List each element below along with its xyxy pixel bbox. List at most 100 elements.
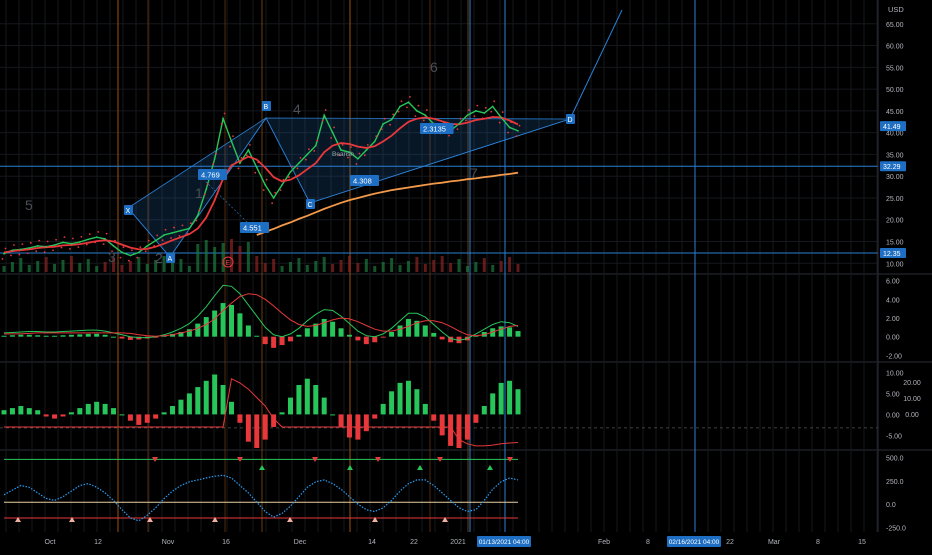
time-tick-label: 15 — [858, 539, 866, 546]
histogram-bar — [490, 393, 496, 415]
volume-bar — [255, 256, 259, 272]
candle-dot — [465, 119, 467, 122]
histogram-bar — [161, 412, 167, 415]
candle-dot — [307, 148, 310, 151]
trading-chart[interactable]: 4.769 4.551 4.308 2.3135 X A B C D E Bearish 1 2 3 4 5 6… — [0, 0, 932, 550]
indicator-tick-label: 6.00 — [886, 279, 900, 286]
histogram-bar — [60, 414, 66, 417]
candle-dot — [458, 123, 460, 125]
indicator-line-macd — [3, 284, 519, 341]
histogram-bar — [9, 408, 15, 415]
volume-bar — [491, 265, 495, 272]
candle-dot — [104, 238, 107, 240]
histogram-bar — [119, 336, 125, 339]
histogram-bar — [389, 391, 395, 415]
time-highlight-label: 01/13/2021 04:00 — [479, 539, 530, 546]
histogram-bar — [405, 380, 411, 415]
histogram-bar — [279, 412, 285, 415]
candle-dot — [245, 154, 248, 157]
volume-bar — [288, 262, 292, 272]
candle-dot — [357, 157, 359, 160]
candle-dot — [473, 115, 476, 117]
histogram-bar — [346, 334, 352, 337]
candle-dot — [291, 165, 293, 168]
histogram-bar — [287, 336, 293, 342]
candle-dot — [11, 249, 14, 252]
candle-dot — [350, 146, 352, 148]
candle-dot — [196, 214, 199, 217]
volume-bar — [61, 260, 65, 272]
pattern-status-label: Bearish — [332, 151, 354, 158]
time-tick-label: Oct — [45, 539, 56, 546]
candle-dot — [501, 111, 504, 114]
histogram-bar — [212, 374, 218, 415]
candle-dot — [399, 105, 401, 108]
candle-dot — [510, 121, 512, 124]
candle-dot — [114, 239, 116, 242]
candle-dot — [205, 188, 208, 191]
candle-dot — [417, 104, 420, 107]
histogram-bar — [338, 414, 344, 427]
histogram-bar — [60, 335, 66, 337]
histogram-bar — [498, 382, 504, 415]
candle-dot — [448, 134, 450, 137]
chart-canvas[interactable]: 4.7694.5514.3082.3135XABCDEBearish123456… — [0, 0, 932, 550]
candle-dot — [18, 253, 21, 256]
histogram-bar — [35, 410, 41, 415]
signal-arrow-up — [347, 465, 353, 470]
wave-count-label: 7 — [470, 165, 478, 181]
price-tick-label: 35.00 — [886, 152, 904, 159]
candle-dot — [282, 178, 285, 181]
indicator-line-signal — [4, 293, 519, 337]
volume-bar — [103, 262, 107, 272]
price-tick-label: 20.00 — [886, 218, 904, 225]
price-tick-label: 40.00 — [886, 131, 904, 138]
volume-bar — [465, 266, 469, 272]
volume-bar — [381, 262, 385, 272]
histogram-bar — [111, 408, 117, 415]
histogram-bar — [313, 385, 319, 415]
histogram-bar — [380, 336, 386, 338]
candle-dot — [232, 135, 234, 138]
histogram-bar — [346, 414, 352, 438]
candle-dot — [178, 234, 181, 237]
histogram-bar — [127, 414, 133, 421]
time-axis-bg — [0, 532, 932, 550]
candle-dot — [306, 153, 309, 156]
histogram-bar — [439, 414, 445, 436]
histogram-bar — [254, 335, 260, 337]
candle-dot — [341, 143, 344, 146]
histogram-bar — [111, 336, 117, 338]
candle-dot — [265, 178, 268, 181]
candle-dot — [130, 249, 133, 252]
harmonic-pattern-triangle — [265, 117, 571, 204]
time-tick-label: 2021 — [450, 539, 466, 546]
price-level-label: 41.49 — [883, 124, 901, 131]
candle-dot — [257, 161, 260, 164]
histogram-bar — [431, 414, 437, 421]
point-label: C — [308, 202, 313, 209]
candle-dot — [281, 184, 283, 186]
volume-bar — [314, 261, 318, 272]
candle-dot — [425, 109, 428, 111]
volume-bar — [398, 265, 402, 272]
candle-dot — [3, 252, 5, 255]
candle-dot — [239, 162, 241, 165]
candle-dot — [296, 167, 299, 170]
histogram-bar — [220, 385, 226, 415]
candle-dot — [279, 189, 282, 192]
histogram-bar — [1, 335, 7, 337]
volume-bar — [280, 266, 284, 272]
histogram-bar — [422, 403, 428, 415]
volume-bar — [179, 259, 183, 272]
volume-bar — [246, 242, 250, 272]
volume-bar — [204, 240, 208, 272]
histogram-bar — [170, 406, 176, 415]
volume-bar — [364, 259, 368, 272]
histogram-bar — [271, 336, 277, 348]
candle-dot — [380, 128, 383, 131]
histogram-bar — [414, 389, 420, 415]
volume-bar — [19, 258, 23, 272]
histogram-bar — [203, 317, 209, 337]
volume-bar — [213, 247, 217, 272]
